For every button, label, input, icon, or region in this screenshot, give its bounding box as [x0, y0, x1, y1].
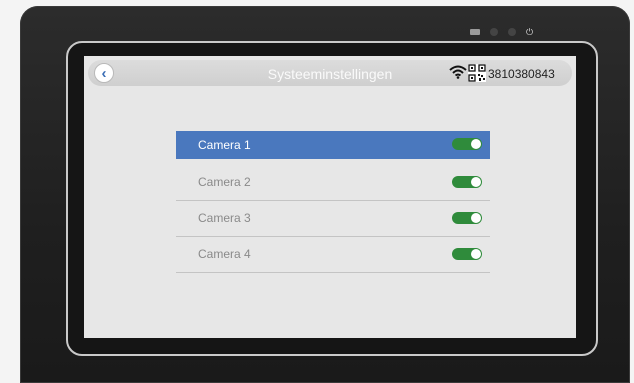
camera-list: Camera 1 Camera 2 Camera 3 Camera 4 — [176, 131, 490, 274]
camera-toggle[interactable] — [452, 212, 482, 224]
toggle-knob — [471, 249, 481, 259]
camera-toggle[interactable] — [452, 176, 482, 188]
camera-toggle[interactable] — [452, 138, 482, 150]
camera-label: Camera 1 — [198, 138, 251, 152]
list-item-camera-3[interactable]: Camera 3 — [176, 202, 490, 237]
wifi-icon — [449, 65, 467, 79]
toggle-knob — [471, 177, 481, 187]
toggle-knob — [471, 213, 481, 223]
camera-label: Camera 3 — [198, 211, 251, 225]
indicator-light — [508, 28, 516, 36]
hardware-buttons: ⏻ — [470, 28, 533, 37]
power-icon[interactable]: ⏻ — [526, 28, 533, 37]
device-id: 3810380843 — [488, 67, 555, 81]
camera-toggle[interactable] — [452, 248, 482, 260]
camera-label: Camera 4 — [198, 247, 251, 261]
toggle-knob — [471, 139, 481, 149]
camera-label: Camera 2 — [198, 175, 251, 189]
volume-icon[interactable] — [470, 29, 480, 35]
top-bar: ‹ Systeeminstellingen 3810380843 — [88, 60, 572, 86]
list-item-camera-2[interactable]: Camera 2 — [176, 166, 490, 201]
list-item-camera-1[interactable]: Camera 1 — [176, 131, 490, 159]
qr-code-icon[interactable] — [468, 64, 486, 82]
list-item-camera-4[interactable]: Camera 4 — [176, 238, 490, 273]
indicator-light — [490, 28, 498, 36]
screen: ‹ Systeeminstellingen 3810380843 Camera … — [84, 56, 576, 338]
